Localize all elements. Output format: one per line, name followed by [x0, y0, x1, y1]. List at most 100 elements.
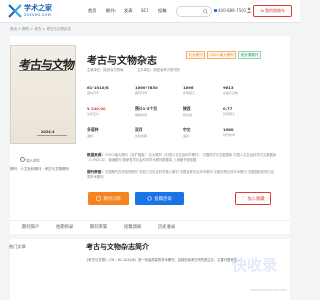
- book-icon: [96, 196, 101, 201]
- journal-tagline: 期刊 · 人文社科期刊 · 考古与文物期刊: [10, 167, 70, 171]
- chevron-down-icon: ▾: [114, 9, 117, 13]
- stat-value: 0.77: [223, 106, 233, 111]
- tab-archive[interactable]: 往期目录: [56, 224, 73, 230]
- compare-label: 加入对比: [26, 158, 40, 163]
- top-header: 学术之家 XUESHU.COM 首页 期刊▾ 发表 SCI 投稿 400-888…: [0, 0, 300, 23]
- stat-value: 双月: [135, 127, 143, 132]
- tab-guidelines[interactable]: 投稿须知: [124, 224, 141, 230]
- logo-text[interactable]: 学术之家: [24, 3, 52, 13]
- favorite-label: 加入收藏: [247, 196, 265, 202]
- stat-value: 1096: [183, 85, 194, 90]
- compare-icon: [20, 157, 25, 162]
- stat-label: 全年定价: [87, 112, 100, 116]
- search-icon[interactable]: [203, 8, 208, 14]
- phone-text: 400-888-7501: [218, 8, 247, 13]
- watermark-logo: 快收录: [232, 256, 278, 274]
- stat-value: 61-1010/K: [87, 85, 109, 90]
- hot-articles-label[interactable]: 热门文章: [9, 244, 26, 250]
- nav-submit[interactable]: 投稿: [158, 8, 166, 14]
- cart-button[interactable]: 我的购物车: [253, 5, 292, 17]
- stats-grid: 61-1010/K 国内刊号 1000-7830 国际刊号 1096 影响因子 961…: [87, 85, 265, 151]
- nav-home-label: 首页: [88, 8, 97, 13]
- tab-history[interactable]: 历史收录: [158, 224, 175, 230]
- nav-sci-label: SCI: [141, 8, 148, 13]
- stat-cell: 陕西 所在地: [183, 106, 227, 117]
- headset-icon: [147, 196, 152, 201]
- subscribe-button[interactable]: 期刊订阅: [88, 192, 129, 205]
- data-source-heading: 数据来源：: [87, 153, 105, 157]
- stat-value: ¥ 240.00: [87, 106, 106, 111]
- tab-bar: 期刊简介 往期目录 期刊荣誉 投稿须知 历史收录: [10, 220, 290, 234]
- heart-icon: ♡: [241, 196, 246, 201]
- consult-button[interactable]: 投稿咨询: [135, 192, 184, 205]
- search-input[interactable]: [176, 6, 212, 17]
- stat-value: 预计1-3个月: [135, 106, 158, 111]
- stat-cell: 0.77 影响因子: [223, 106, 267, 116]
- phone-number: 400-888-7501: [214, 8, 246, 13]
- stat-cell: 1980 创刊时间: [223, 127, 267, 137]
- nav-publish-label: 发表: [124, 8, 133, 13]
- honors-block: 期刊荣誉：中国期刊方阵双效期刊 中国人文社会科学核心期刊 中国百种杰出学术期刊 …: [87, 170, 277, 180]
- stat-value: 1980: [223, 127, 234, 132]
- data-source-block: 数据来源：CSSCI南大期刊（含扩展版） 北大期刊（中国人文社会科学期刊） 中国…: [87, 153, 277, 163]
- nav-journals[interactable]: 期刊▾: [106, 8, 116, 14]
- journal-title: 考古与文物杂志: [87, 56, 157, 67]
- phone-icon: [214, 8, 217, 13]
- logo-icon[interactable]: [8, 4, 22, 18]
- favorite-button[interactable]: ♡ 加入收藏: [235, 192, 271, 205]
- stat-cell: 9613 总被引次数: [223, 85, 267, 95]
- tab-honors[interactable]: 期刊荣誉: [90, 224, 107, 230]
- journal-badges: 北大期刊 CSSCI南大期刊 统计源期刊: [186, 51, 261, 59]
- cart-label: 我的购物车: [265, 8, 285, 13]
- logo-subtext: XUESHU.COM: [24, 13, 51, 17]
- badge-stat: 统计源期刊: [238, 51, 261, 59]
- stat-cell: 双月 出版周期: [135, 127, 179, 138]
- subscribe-label: 期刊订阅: [103, 196, 121, 202]
- stat-label: 国内刊号: [87, 91, 100, 95]
- intro-title: 考古与文物杂志简介: [86, 243, 149, 251]
- cover-issue: 2024.4: [41, 130, 55, 134]
- stat-cell: 1096 影响因子: [183, 85, 227, 95]
- breadcrumb[interactable]: 首页 > 期刊 > 考古 > 考古与文物杂志: [10, 27, 71, 32]
- watermark-url: www.kuaishoulu.com: [250, 288, 287, 292]
- badge-cssci: CSSCI南大期刊: [207, 51, 237, 59]
- nav-home[interactable]: 首页: [88, 8, 96, 14]
- nav-submit-label: 投稿: [158, 8, 167, 13]
- stat-label: 出版周期: [135, 134, 148, 138]
- stat-label: 语种: [87, 134, 94, 138]
- nav-sci[interactable]: SCI: [141, 8, 148, 13]
- cover-divider: [19, 70, 67, 71]
- journal-sponsor: 主办单位：陕西省考古研究院: [137, 68, 180, 72]
- stat-value: 中文: [183, 127, 191, 132]
- compare-link[interactable]: 加入对比: [20, 157, 40, 163]
- stat-label: 语言: [183, 134, 190, 138]
- data-source-text: CSSCI南大期刊（含扩展版） 北大期刊（中国人文社会科学期刊） 中国科学引文数…: [87, 153, 277, 162]
- cart-icon: [260, 9, 264, 12]
- stat-cell: ¥ 240.00 全年定价: [87, 106, 131, 116]
- stat-label: 所在地: [183, 113, 193, 117]
- stat-cell: 61-1010/K 国内刊号: [87, 85, 131, 95]
- stat-cell: 1000-7830 国际刊号: [135, 85, 179, 95]
- honors-heading: 期刊荣誉：: [87, 170, 105, 174]
- stat-cell: 中文 语言: [183, 127, 227, 138]
- tab-intro[interactable]: 期刊简介: [22, 224, 39, 230]
- stat-label: 总被引次数: [223, 91, 239, 95]
- stat-label: 创刊时间: [223, 133, 236, 137]
- stat-cell: 预计1-3个月 审稿时间: [135, 106, 179, 117]
- stat-label: 审稿时间: [135, 113, 148, 117]
- journal-cover: 考古与文物 2024.4: [10, 45, 76, 144]
- intro-text: 《考古与文物》（CN：61-1010/K）是一份高质量的学术期刊，由陕西省考古研…: [85, 258, 241, 262]
- stat-value: 9613: [223, 85, 234, 90]
- badge-pku: 北大期刊: [186, 51, 205, 59]
- stat-label: 影响因子: [183, 91, 196, 95]
- cover-subline: [37, 135, 67, 136]
- stat-cell: 多语种 语种: [87, 127, 131, 138]
- user-icon[interactable]: [246, 7, 252, 13]
- stat-label: 国际刊号: [135, 91, 148, 95]
- stat-value: 陕西: [183, 106, 191, 111]
- stat-label: 影响因子: [223, 112, 236, 116]
- stat-value: 1000-7830: [135, 85, 158, 90]
- nav-publish[interactable]: 发表: [124, 8, 132, 14]
- stat-value: 多语种: [87, 127, 99, 132]
- journal-supervisor: 主管单位：陕西省文物局: [87, 68, 124, 72]
